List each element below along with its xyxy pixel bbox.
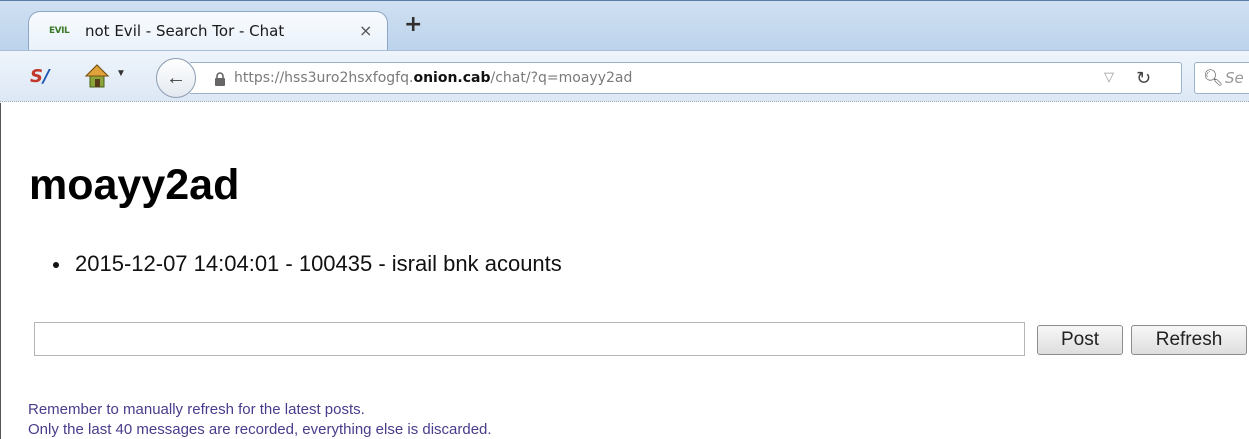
page-content: moayy2ad 2015-12-07 14:04:01 - 100435 - … xyxy=(0,103,1249,439)
message-list: 2015-12-07 14:04:01 - 100435 - israil bn… xyxy=(53,251,562,277)
url-path: /chat/?q=moayy2ad xyxy=(490,70,633,86)
chevron-down-icon[interactable]: ▼ xyxy=(116,68,126,79)
back-arrow-icon: ← xyxy=(166,66,186,89)
tab-title: not Evil - Search Tor - Chat xyxy=(85,22,285,40)
url-domain: onion.cab xyxy=(413,70,491,86)
new-tab-button[interactable]: + xyxy=(404,14,422,36)
retention-note: Only the last 40 messages are recorded, … xyxy=(28,421,492,438)
list-item: 2015-12-07 14:04:01 - 100435 - israil bn… xyxy=(53,251,562,277)
reload-icon[interactable]: ↻ xyxy=(1136,68,1151,89)
back-button[interactable]: ← xyxy=(156,58,196,98)
refresh-button[interactable]: Refresh xyxy=(1131,325,1247,355)
post-button[interactable]: Post xyxy=(1037,325,1123,355)
url-prefix: https://hss3uro2hsxfogfq. xyxy=(234,70,414,86)
browser-tab[interactable]: EVIL not Evil - Search Tor - Chat × xyxy=(28,11,388,53)
s-logo-icon[interactable]: S/ xyxy=(30,66,50,87)
search-placeholder: Se xyxy=(1225,69,1244,87)
message-input[interactable] xyxy=(34,322,1025,356)
lock-icon xyxy=(215,72,225,86)
url-bar[interactable]: https://hss3uro2hsxfogfq.onion.cab/chat/… xyxy=(190,62,1182,94)
refresh-note: Remember to manually refresh for the lat… xyxy=(28,401,365,418)
tab-close-icon[interactable]: × xyxy=(359,21,372,40)
url-dropdown-icon[interactable]: ▽ xyxy=(1104,70,1114,85)
page-title: moayy2ad xyxy=(29,161,240,209)
navigation-toolbar: S/ ▼ https://hss3uro2hsxfogfq.onion.cab/… xyxy=(0,50,1249,102)
search-bar[interactable]: 🔍︎ Se xyxy=(1194,62,1249,94)
tab-favicon-icon: EVIL xyxy=(49,26,70,36)
tab-strip: EVIL not Evil - Search Tor - Chat × + xyxy=(0,0,1249,53)
url-text: https://hss3uro2hsxfogfq.onion.cab/chat/… xyxy=(234,70,632,86)
home-icon[interactable] xyxy=(84,63,110,89)
search-icon: 🔍︎ xyxy=(1203,68,1224,87)
